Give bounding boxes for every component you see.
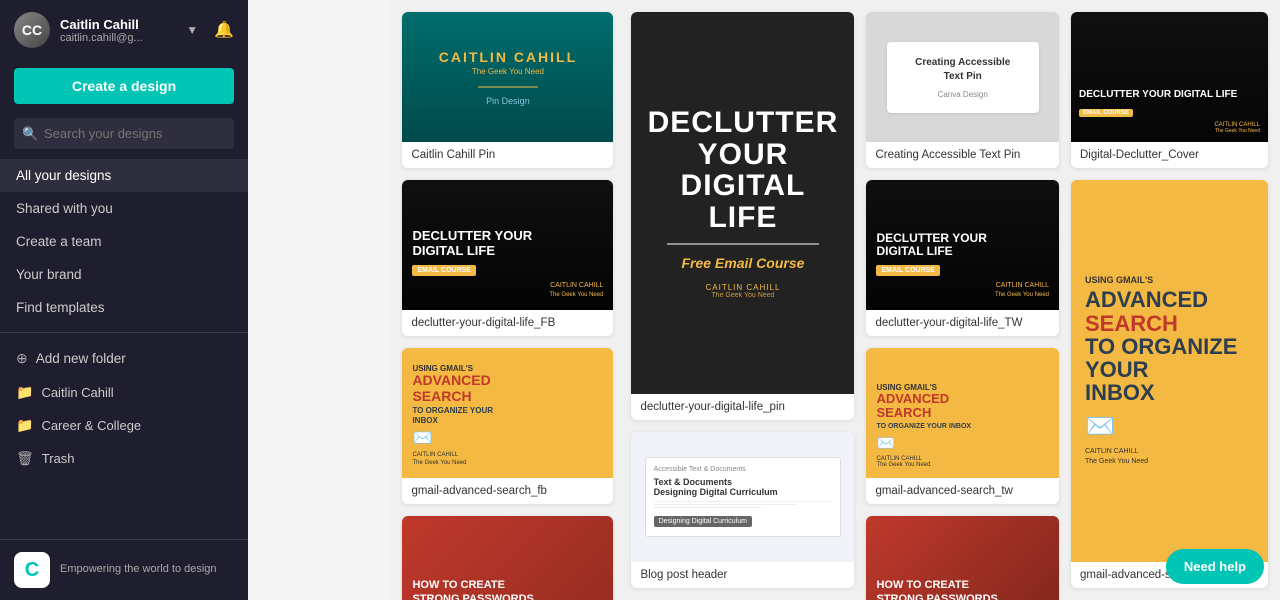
create-team-label: Create a team <box>16 234 102 249</box>
sidebar-divider <box>0 332 248 333</box>
card-thumb-accessible: Creating AccessibleText Pin Canva Design <box>866 12 1059 142</box>
card-declutter-fb[interactable]: DECLUTTER YOURDIGITAL LIFE EMAIL COURSE … <box>402 180 613 336</box>
card-thumb-gmail-cover: USING GMAIL'S ADVANCEDSEARCHTO ORGANIZEY… <box>1071 180 1268 562</box>
card-declutter-tw[interactable]: DECLUTTER YOURDIGITAL LIFE EMAIL COURSE … <box>866 180 1059 336</box>
card-gmail-fb[interactable]: USING GMAIL'S ADVANCEDSEARCH TO ORGANIZE… <box>402 348 613 504</box>
card-passwords-tw[interactable]: HOW TO CREATESTRONG PASSWORDSTHAT ARE EA… <box>866 516 1059 600</box>
card-thumb-digital-declutter: DECLUTTER YOUR DIGITAL LIFE EMAIL COURSE… <box>1071 12 1268 142</box>
bell-icon[interactable]: 🔔 <box>214 20 234 40</box>
card-label-blog: Blog post header <box>631 562 854 588</box>
sidebar-tagline: Empowering the world to design <box>60 562 217 577</box>
card-label-caitlin-pin: Caitlin Cahill Pin <box>402 142 613 168</box>
card-label-gmail-fb: gmail-advanced-search_fb <box>402 478 613 504</box>
sidebar-item-caitlin-cahill[interactable]: 📁 Caitlin Cahill <box>0 376 248 409</box>
add-folder-icon: ⊕ <box>16 350 28 367</box>
useremail: caitlin.cahill@g... <box>60 32 176 44</box>
card-passwords-bl[interactable]: HOW TO CREATESTRONG PASSWORDSTHAT ARE EA… <box>402 516 613 600</box>
sidebar-item-career-college[interactable]: 📁 Career & College <box>0 409 248 442</box>
sidebar-bottom: C Empowering the world to design <box>0 539 248 600</box>
card-label-accessible: Creating Accessible Text Pin <box>866 142 1059 168</box>
column-1: CAITLIN CAHILL The Geek You Need Pin Des… <box>390 0 625 600</box>
card-gmail-cover[interactable]: USING GMAIL'S ADVANCEDSEARCHTO ORGANIZEY… <box>1071 180 1268 588</box>
find-templates-label: Find templates <box>16 300 105 315</box>
search-wrapper: 🔍 <box>14 118 234 149</box>
card-thumb-declutter-fb: DECLUTTER YOURDIGITAL LIFE EMAIL COURSE … <box>402 180 613 310</box>
folder-caitlin-cahill-label: Caitlin Cahill <box>41 385 113 400</box>
card-thumb-blog: Accessible Text & Documents Text & Docum… <box>631 432 854 562</box>
create-design-button[interactable]: Create a design <box>14 68 234 104</box>
sidebar: CC Caitlin Cahill caitlin.cahill@g... ▼ … <box>0 0 248 600</box>
search-input[interactable] <box>14 118 234 149</box>
canva-logo: C <box>14 552 50 588</box>
card-caitlin-cahill-pin[interactable]: CAITLIN CAHILL The Geek You Need Pin Des… <box>402 12 613 168</box>
search-icon: 🔍 <box>22 126 38 142</box>
need-help-button[interactable]: Need help <box>1166 549 1264 584</box>
main-content: CAITLIN CAHILL The Geek You Need some co… <box>248 0 390 600</box>
card-declutter-center[interactable]: DECLUTTERYOURDIGITALLIFE Free Email Cour… <box>631 12 854 420</box>
card-thumb-passwords-bl: HOW TO CREATESTRONG PASSWORDSTHAT ARE EA… <box>402 516 613 600</box>
column-2: DECLUTTERYOURDIGITALLIFE Free Email Cour… <box>625 0 860 600</box>
sidebar-item-shared-with-you[interactable]: Shared with you <box>0 192 248 225</box>
folder-career-college-label: Career & College <box>41 418 141 433</box>
card-digital-declutter-cover[interactable]: DECLUTTER YOUR DIGITAL LIFE EMAIL COURSE… <box>1071 12 1268 168</box>
card-thumb-passwords-tw: HOW TO CREATESTRONG PASSWORDSTHAT ARE EA… <box>866 516 1059 600</box>
sidebar-item-trash[interactable]: 🗑 Trash <box>0 442 248 475</box>
shared-with-you-label: Shared with you <box>16 201 113 216</box>
card-gmail-tw[interactable]: USING GMAIL'S ADVANCEDSEARCH TO ORGANIZE… <box>866 348 1059 504</box>
folder-icon-2: 📁 <box>16 417 33 434</box>
card-label-declutter-center: declutter-your-digital-life_pin <box>631 394 854 420</box>
avatar: CC <box>14 12 50 48</box>
card-label-gmail-tw: gmail-advanced-search_tw <box>866 478 1059 504</box>
card-thumb-gmail-tw: USING GMAIL'S ADVANCEDSEARCH TO ORGANIZE… <box>866 348 1059 478</box>
card-thumb-declutter-center: DECLUTTERYOURDIGITALLIFE Free Email Cour… <box>631 12 854 394</box>
folder-icon: 📁 <box>16 384 33 401</box>
sidebar-item-your-brand[interactable]: Your brand <box>0 258 248 291</box>
your-brand-label: Your brand <box>16 267 82 282</box>
card-accessible-pin[interactable]: Creating AccessibleText Pin Canva Design… <box>866 12 1059 168</box>
all-designs-label: All your designs <box>16 168 111 183</box>
dropdown-icon[interactable]: ▼ <box>186 23 198 37</box>
card-thumb-caitlin-pin: CAITLIN CAHILL The Geek You Need Pin Des… <box>402 12 613 142</box>
username: Caitlin Cahill <box>60 17 176 32</box>
column-3: Creating AccessibleText Pin Canva Design… <box>860 0 1065 600</box>
user-info: Caitlin Cahill caitlin.cahill@g... <box>60 17 176 44</box>
card-thumb-gmail-fb: USING GMAIL'S ADVANCEDSEARCH TO ORGANIZE… <box>402 348 613 478</box>
sidebar-item-create-team[interactable]: Create a team <box>0 225 248 258</box>
card-label-digital-declutter: Digital-Declutter_Cover <box>1071 142 1268 168</box>
custom-layout: CAITLIN CAHILL The Geek You Need Pin Des… <box>390 0 1280 600</box>
sidebar-header: CC Caitlin Cahill caitlin.cahill@g... ▼ … <box>0 0 248 60</box>
sidebar-item-find-templates[interactable]: Find templates <box>0 291 248 324</box>
card-label-declutter-fb: declutter-your-digital-life_FB <box>402 310 613 336</box>
add-folder-label: Add new folder <box>36 351 126 366</box>
trash-icon: 🗑 <box>16 450 34 467</box>
card-blog-header[interactable]: Accessible Text & Documents Text & Docum… <box>631 432 854 588</box>
sidebar-item-all-designs[interactable]: All your designs <box>0 159 248 192</box>
card-thumb-declutter-tw: DECLUTTER YOURDIGITAL LIFE EMAIL COURSE … <box>866 180 1059 310</box>
card-label-declutter-tw: declutter-your-digital-life_TW <box>866 310 1059 336</box>
column-4: DECLUTTER YOUR DIGITAL LIFE EMAIL COURSE… <box>1065 0 1280 600</box>
trash-label: Trash <box>42 451 75 466</box>
sidebar-item-add-folder[interactable]: ⊕ Add new folder <box>0 341 248 376</box>
